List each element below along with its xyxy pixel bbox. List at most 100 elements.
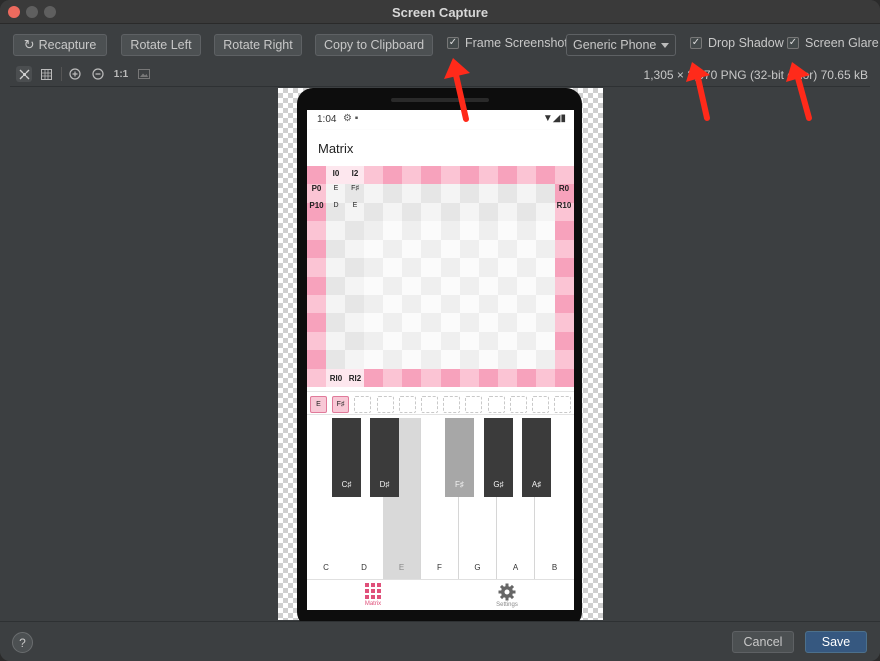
matrix-cell[interactable] xyxy=(364,221,384,241)
matrix-cell[interactable] xyxy=(326,221,346,241)
matrix-cell[interactable] xyxy=(554,166,574,185)
matrix-cell[interactable] xyxy=(383,350,403,370)
matrix-cell[interactable] xyxy=(421,350,441,370)
matrix-cell[interactable] xyxy=(307,350,327,370)
matrix-cell[interactable] xyxy=(459,313,480,333)
empty-note-slot[interactable] xyxy=(421,396,438,413)
matrix-cell[interactable] xyxy=(345,239,365,259)
empty-note-slot[interactable] xyxy=(532,396,549,413)
nav-settings-tab[interactable]: Settings xyxy=(467,583,547,608)
actual-size-button[interactable]: 1:1 xyxy=(112,66,130,82)
matrix-cell[interactable] xyxy=(535,368,556,388)
help-button[interactable]: ? xyxy=(12,632,33,653)
matrix-cell[interactable] xyxy=(497,239,518,259)
matrix-cell[interactable] xyxy=(402,258,422,277)
matrix-cell[interactable] xyxy=(364,239,384,259)
matrix-cell[interactable] xyxy=(497,202,518,222)
matrix-cell[interactable] xyxy=(459,350,480,370)
matrix-cell[interactable] xyxy=(364,276,384,296)
matrix-cell[interactable] xyxy=(326,239,346,259)
matrix-cell[interactable] xyxy=(516,294,537,314)
matrix-cell[interactable] xyxy=(421,239,441,259)
matrix-cell[interactable] xyxy=(440,184,461,204)
matrix-cell[interactable] xyxy=(459,368,480,388)
matrix-cell[interactable] xyxy=(478,294,499,314)
matrix-cell[interactable] xyxy=(383,202,403,222)
empty-note-slot[interactable] xyxy=(509,396,527,413)
matrix-cell[interactable] xyxy=(497,331,518,351)
matrix-cell[interactable] xyxy=(497,368,518,388)
matrix-cell[interactable] xyxy=(345,258,365,277)
drop-shadow-checkbox[interactable]: ✓ Drop Shadow xyxy=(690,36,784,50)
matrix-cell[interactable] xyxy=(402,331,422,351)
copy-to-clipboard-button[interactable]: Copy to Clipboard xyxy=(315,34,433,56)
nav-matrix-tab[interactable]: Matrix xyxy=(333,583,413,607)
matrix-cell[interactable] xyxy=(478,221,499,241)
matrix-cell[interactable] xyxy=(516,202,537,222)
matrix-cell[interactable] xyxy=(364,258,384,277)
matrix-cell[interactable] xyxy=(459,184,480,204)
matrix-cell[interactable] xyxy=(535,202,556,222)
matrix-cell[interactable] xyxy=(326,294,346,314)
empty-note-slot[interactable] xyxy=(487,396,505,413)
matrix-cell[interactable] xyxy=(402,202,422,222)
matrix-cell[interactable] xyxy=(497,294,518,314)
matrix-cell[interactable] xyxy=(421,294,441,314)
empty-note-slot[interactable] xyxy=(443,396,461,413)
matrix-cell[interactable] xyxy=(440,166,461,185)
matrix-cell[interactable] xyxy=(440,331,461,351)
screen-glare-checkbox[interactable]: ✓ Screen Glare xyxy=(787,36,879,50)
zoom-out-icon[interactable] xyxy=(90,66,106,82)
matrix-cell[interactable] xyxy=(459,221,480,241)
empty-note-slot[interactable] xyxy=(465,396,483,413)
matrix-cell[interactable] xyxy=(440,202,461,222)
matrix-cell[interactable] xyxy=(402,239,422,259)
matrix-cell[interactable] xyxy=(535,350,556,370)
matrix-cell[interactable] xyxy=(402,368,422,388)
matrix-cell[interactable] xyxy=(383,239,403,259)
matrix-cell[interactable] xyxy=(364,331,384,351)
matrix-cell[interactable] xyxy=(535,313,556,333)
matrix-cell[interactable] xyxy=(535,221,556,241)
matrix-cell[interactable] xyxy=(554,294,574,314)
matrix-cell[interactable] xyxy=(516,166,537,185)
piano-black-key[interactable]: D♯ xyxy=(370,418,399,497)
matrix-cell[interactable] xyxy=(497,313,518,333)
matrix-cell[interactable] xyxy=(364,313,384,333)
matrix-cell[interactable] xyxy=(554,276,574,296)
device-frame-select[interactable]: Generic Phone xyxy=(566,34,676,56)
matrix-cell[interactable] xyxy=(497,258,518,277)
matrix-cell[interactable] xyxy=(402,313,422,333)
matrix-cell[interactable] xyxy=(307,368,327,388)
matrix-cell[interactable] xyxy=(402,276,422,296)
matrix-cell[interactable] xyxy=(364,294,384,314)
note-chip[interactable]: E xyxy=(310,396,327,413)
matrix-cell[interactable] xyxy=(497,350,518,370)
matrix-cell[interactable] xyxy=(326,350,346,370)
matrix-cell[interactable] xyxy=(516,258,537,277)
matrix-cell[interactable] xyxy=(516,350,537,370)
matrix-cell[interactable] xyxy=(459,276,480,296)
matrix-cell[interactable] xyxy=(478,184,499,204)
matrix-cell[interactable] xyxy=(497,166,518,185)
matrix-cell[interactable] xyxy=(440,294,461,314)
matrix-cell[interactable] xyxy=(459,258,480,277)
matrix-cell[interactable] xyxy=(383,331,403,351)
matrix-cell[interactable] xyxy=(345,221,365,241)
matrix-cell[interactable] xyxy=(307,166,327,185)
matrix-cell[interactable] xyxy=(516,221,537,241)
piano-black-key-selected[interactable]: F♯ xyxy=(445,418,474,497)
matrix-cell[interactable] xyxy=(383,184,403,204)
empty-note-slot[interactable] xyxy=(554,396,572,413)
matrix-cell[interactable] xyxy=(421,258,441,277)
matrix-cell[interactable] xyxy=(402,184,422,204)
matrix-cell[interactable] xyxy=(459,331,480,351)
matrix-cell[interactable] xyxy=(345,350,365,370)
matrix-cell[interactable] xyxy=(440,221,461,241)
matrix-cell[interactable] xyxy=(478,368,499,388)
matrix-cell[interactable] xyxy=(421,368,441,388)
matrix-cell[interactable] xyxy=(440,313,461,333)
matrix-cell[interactable] xyxy=(326,276,346,296)
matrix-cell[interactable] xyxy=(421,221,441,241)
fit-screen-icon[interactable] xyxy=(16,66,32,82)
